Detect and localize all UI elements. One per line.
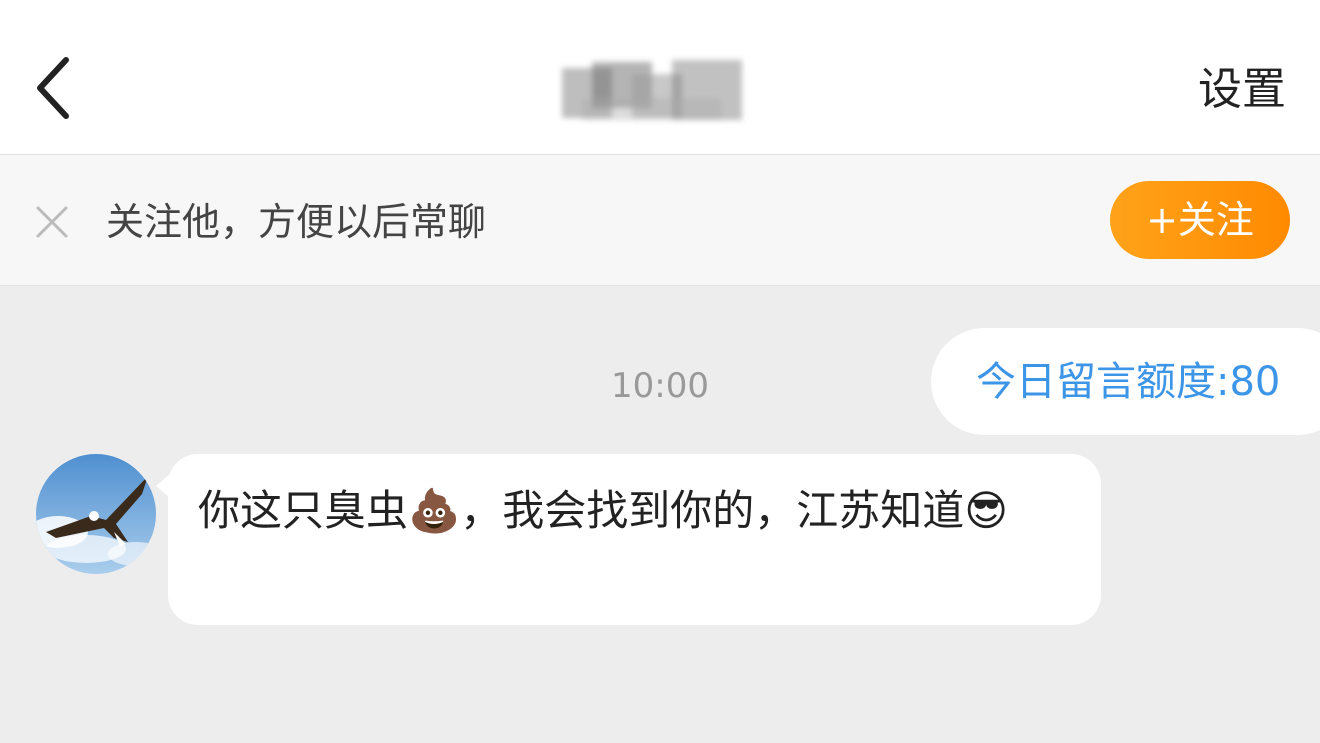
- page-title-redacted: [552, 48, 752, 134]
- message-text: 你这只臭虫💩，我会找到你的，江苏知道😎: [198, 486, 1009, 535]
- settings-button[interactable]: 设置: [1198, 60, 1286, 120]
- avatar[interactable]: [36, 454, 156, 574]
- chevron-left-icon: [37, 57, 69, 119]
- back-button[interactable]: [28, 52, 84, 124]
- follow-prompt-text: 关注他，方便以后常聊: [106, 200, 487, 244]
- message-quota-text: 今日留言额度:80: [976, 359, 1281, 405]
- dismiss-follow-button[interactable]: [30, 200, 74, 244]
- follow-button[interactable]: +关注: [1110, 181, 1290, 259]
- chat-timestamp: 10:00: [611, 366, 709, 406]
- close-icon: [36, 206, 68, 238]
